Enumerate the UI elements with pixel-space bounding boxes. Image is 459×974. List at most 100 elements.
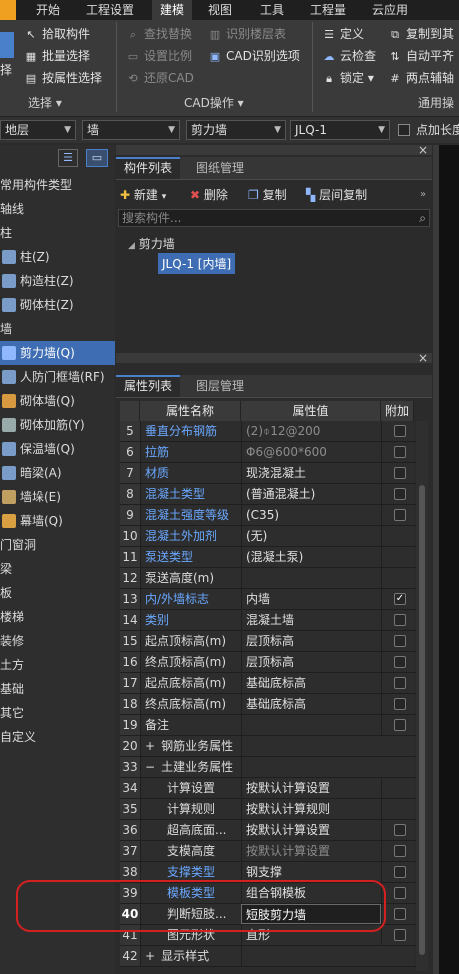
tab-component-list[interactable]: 构件列表 bbox=[116, 157, 181, 179]
batch-select-button[interactable]: ▦ 批量选择 bbox=[24, 46, 90, 66]
property-value[interactable]: 层顶标高 bbox=[241, 652, 381, 672]
property-row[interactable]: 34 计算设置 按默认计算设置 bbox=[120, 778, 428, 799]
nav-item[interactable]: 暗梁(A) bbox=[0, 461, 115, 485]
property-row[interactable]: 15 起点顶标高(m) 层顶标高 bbox=[120, 631, 428, 652]
property-value[interactable]: Φ6@600*600 bbox=[241, 442, 381, 462]
property-row[interactable]: 16 终点顶标高(m) 层顶标高 bbox=[120, 652, 428, 673]
property-value[interactable]: (无) bbox=[241, 526, 381, 546]
select-by-attribute-button[interactable]: ▤ 按属性选择 bbox=[24, 68, 102, 88]
nav-item[interactable]: 砌体墙(Q) bbox=[0, 389, 115, 413]
nav-item[interactable]: 剪力墙(Q) bbox=[0, 341, 115, 365]
extra-checkbox[interactable] bbox=[394, 677, 406, 689]
nav-item[interactable]: 构造柱(Z) bbox=[0, 269, 115, 293]
expand-icon[interactable]: + bbox=[145, 949, 155, 963]
menu-tab-project-settings[interactable]: 工程设置 bbox=[86, 0, 134, 20]
nav-item[interactable]: 楼梯 bbox=[0, 605, 115, 629]
find-replace-button[interactable]: ⌕ 查找替换 bbox=[126, 24, 192, 44]
collapse-icon[interactable]: − bbox=[145, 760, 155, 774]
select-big-icon[interactable] bbox=[0, 32, 14, 58]
menu-tab-start[interactable]: 开始 bbox=[36, 0, 60, 20]
nav-item[interactable]: 板 bbox=[0, 581, 115, 605]
property-row[interactable]: 7 材质 现浇混凝土 bbox=[120, 463, 428, 484]
property-row[interactable]: 39 模板类型 组合钢模板 bbox=[120, 883, 428, 904]
lock-button[interactable]: 🔒︎ 锁定 ▾ bbox=[322, 68, 374, 88]
nav-item[interactable]: 墙 bbox=[0, 317, 115, 341]
nav-item[interactable]: 其它 bbox=[0, 701, 115, 725]
property-value[interactable]: 钢支撑 bbox=[241, 862, 381, 882]
tab-layer-management[interactable]: 图层管理 bbox=[188, 375, 252, 397]
property-value[interactable]: (普通混凝土) bbox=[241, 484, 381, 504]
extra-checkbox[interactable] bbox=[394, 845, 406, 857]
nav-item[interactable]: 墙垛(E) bbox=[0, 485, 115, 509]
nav-item[interactable]: 门窗洞 bbox=[0, 533, 115, 557]
extra-checkbox[interactable] bbox=[394, 908, 406, 920]
extra-checkbox[interactable] bbox=[394, 698, 406, 710]
property-value[interactable]: 按默认计算设置 bbox=[241, 778, 381, 798]
nav-item[interactable]: 装修 bbox=[0, 629, 115, 653]
menu-tab-view[interactable]: 视图 bbox=[208, 0, 232, 20]
property-row[interactable]: 13 内/外墙标志 内墙 ✓ bbox=[120, 589, 428, 610]
menu-tab-tools[interactable]: 工具 bbox=[260, 0, 284, 20]
copy-to-other-button[interactable]: ⧉ 复制到其 bbox=[388, 24, 454, 44]
set-scale-button[interactable]: ▭ 设置比例 bbox=[126, 46, 192, 66]
tab-drawing-management[interactable]: 图纸管理 bbox=[188, 157, 252, 179]
property-row[interactable]: 12 泵送高度(m) bbox=[120, 568, 428, 589]
extra-checkbox[interactable] bbox=[394, 425, 406, 437]
property-value[interactable]: 基础底标高 bbox=[241, 673, 381, 693]
expand-icon[interactable]: + bbox=[145, 739, 155, 753]
nav-item[interactable]: 幕墙(Q) bbox=[0, 509, 115, 533]
property-row[interactable]: 6 拉筋 Φ6@600*600 bbox=[120, 442, 428, 463]
close-icon[interactable]: × bbox=[418, 143, 428, 157]
property-value[interactable] bbox=[241, 568, 381, 588]
property-row[interactable]: 42 + 显示样式 bbox=[120, 946, 428, 967]
pick-component-button[interactable]: ↖ 拾取构件 bbox=[24, 24, 90, 44]
property-row[interactable]: 40 判断短肢... 短肢剪力墙 bbox=[120, 904, 428, 925]
tree-group-shear-wall[interactable]: ◢ 剪力墙 bbox=[128, 235, 175, 252]
define-button[interactable]: ☰ 定义 bbox=[322, 24, 364, 44]
property-value[interactable]: 内墙 bbox=[241, 589, 381, 609]
more-icon[interactable]: » bbox=[420, 183, 426, 207]
property-row[interactable]: 5 垂直分布钢筋 (2)⌽12@200 bbox=[120, 421, 428, 442]
nav-item[interactable]: 柱(Z) bbox=[0, 245, 115, 269]
identify-floor-table-button[interactable]: ▥ 识别楼层表 bbox=[208, 24, 286, 44]
property-row[interactable]: 14 类别 混凝土墙 bbox=[120, 610, 428, 631]
extra-checkbox[interactable] bbox=[394, 656, 406, 668]
copy-button[interactable]: ❐ 复制 bbox=[248, 183, 287, 207]
property-row[interactable]: 17 起点底标高(m) 基础底标高 bbox=[120, 673, 428, 694]
property-value[interactable]: 直形 bbox=[241, 925, 381, 945]
nav-item[interactable]: 土方 bbox=[0, 653, 115, 677]
category-dropdown[interactable]: 墙 ▼ bbox=[82, 120, 180, 140]
property-row[interactable]: 37 支模高度 按默认计算设置 bbox=[120, 841, 428, 862]
property-value[interactable]: 按默认计算规则 bbox=[241, 799, 381, 819]
property-value[interactable]: 混凝土墙 bbox=[241, 610, 381, 630]
menu-tab-quantities[interactable]: 工程量 bbox=[310, 0, 346, 20]
property-value-editor[interactable]: 短肢剪力墙 bbox=[241, 904, 381, 924]
nav-item[interactable]: 自定义 bbox=[0, 725, 115, 749]
menu-tab-cloud[interactable]: 云应用 bbox=[372, 0, 408, 20]
property-row[interactable]: 11 泵送类型 (混凝土泵) bbox=[120, 547, 428, 568]
property-scrollbar-thumb[interactable] bbox=[419, 485, 425, 955]
property-row[interactable]: 10 混凝土外加剂 (无) bbox=[120, 526, 428, 547]
property-value[interactable] bbox=[241, 757, 414, 777]
extra-checkbox[interactable] bbox=[394, 446, 406, 458]
select-big-button-label[interactable]: 择 bbox=[0, 60, 12, 80]
extra-checkbox[interactable] bbox=[394, 719, 406, 731]
panel-splitter[interactable] bbox=[433, 145, 439, 974]
tab-property-list[interactable]: 属性列表 bbox=[116, 375, 181, 397]
property-value[interactable] bbox=[241, 715, 381, 735]
close-icon[interactable]: × bbox=[418, 351, 428, 365]
property-value[interactable] bbox=[241, 736, 414, 756]
extra-checkbox[interactable] bbox=[394, 614, 406, 626]
extra-checkbox[interactable] bbox=[394, 509, 406, 521]
property-row[interactable]: 20 + 钢筋业务属性 bbox=[120, 736, 428, 757]
component-search-input[interactable]: 搜索构件... ⌕ bbox=[118, 209, 430, 227]
property-value[interactable]: (混凝土泵) bbox=[241, 547, 381, 567]
panel-view-icon[interactable]: ▭ bbox=[86, 149, 108, 167]
extra-checkbox[interactable] bbox=[394, 887, 406, 899]
auto-align-button[interactable]: ⇅ 自动平齐 bbox=[388, 46, 454, 66]
nav-item[interactable]: 轴线 bbox=[0, 197, 115, 221]
extra-checkbox[interactable] bbox=[394, 467, 406, 479]
property-row[interactable]: 38 支撑类型 钢支撑 bbox=[120, 862, 428, 883]
nav-item[interactable]: 常用构件类型 bbox=[0, 173, 115, 197]
property-value[interactable]: 现浇混凝土 bbox=[241, 463, 381, 483]
